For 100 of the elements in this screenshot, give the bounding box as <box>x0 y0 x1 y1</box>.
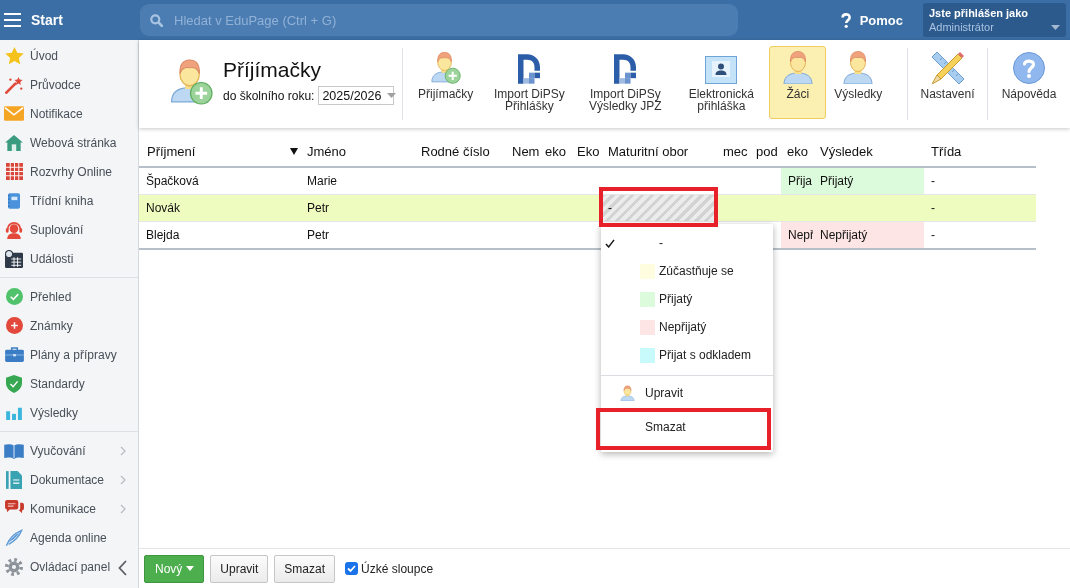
sidebar-item[interactable]: Známky <box>0 311 138 340</box>
star-icon <box>4 46 24 65</box>
search-input[interactable]: Hledat v EduPage (Ctrl + G) <box>174 11 738 29</box>
caret-icon <box>1051 25 1060 30</box>
column-header[interactable]: eko <box>539 137 571 166</box>
table-cell-text: - <box>930 173 936 190</box>
bar-chart-icon <box>6 405 22 420</box>
document-icon <box>6 470 22 489</box>
sort-icon <box>290 148 298 155</box>
action-button[interactable]: Smazat <box>274 554 336 583</box>
person-icon <box>842 50 875 84</box>
grid-calendar-icon <box>5 163 23 180</box>
column-header[interactable]: Maturitní obor <box>601 137 717 166</box>
sidebar-item[interactable]: Agenda online <box>0 523 138 552</box>
help-icon <box>840 12 851 28</box>
table-cell-text: Marie <box>306 173 338 190</box>
table-cell: Přija <box>781 168 813 194</box>
gear-icon <box>5 557 23 576</box>
sidebar-item[interactable]: Dokumentace <box>0 465 138 494</box>
column-header[interactable]: Příjmení <box>139 137 300 166</box>
menu-item[interactable]: Přijatý <box>601 285 773 313</box>
person-plus-icon <box>430 51 462 84</box>
toolbar-button[interactable]: Import DiPSy Přihlášky <box>481 46 578 119</box>
shield-icon <box>6 374 22 393</box>
column-header[interactable]: Jméno <box>300 137 414 166</box>
search-field[interactable]: Hledat v EduPage (Ctrl + G) <box>140 4 738 36</box>
table-row[interactable]: Novák Petr - - <box>139 195 1036 222</box>
sidebar-item[interactable]: Plány a přípravy <box>0 340 138 369</box>
column-header[interactable]: Eko <box>571 137 601 166</box>
table-cell-text: Petr <box>306 227 330 244</box>
chevron-right-icon <box>120 475 126 485</box>
column-header[interactable]: Třída <box>924 137 1036 166</box>
house-icon <box>5 134 23 151</box>
toolbar-button[interactable]: Přijímačky <box>410 46 482 119</box>
toolbar-button[interactable]: Nápověda <box>993 46 1065 119</box>
check-circle-icon <box>5 288 23 305</box>
toolbar-button[interactable]: Elektronická přihláška <box>673 46 770 119</box>
table-cell: - <box>601 195 717 221</box>
search-icon <box>150 13 163 27</box>
checkbox[interactable] <box>345 562 359 575</box>
sidebar-item[interactable]: Průvodce <box>0 70 138 99</box>
chevron-right-icon <box>120 446 126 456</box>
menu-item[interactable]: Nepřijatý <box>601 313 773 341</box>
table-cell: Nepřijatý <box>813 222 924 248</box>
help-icon <box>1013 52 1045 84</box>
sidebar-item[interactable]: Webová stránka <box>0 128 138 157</box>
table-cell-text: Novák <box>145 200 181 217</box>
toolbar-button[interactable]: Žáci <box>769 46 827 119</box>
toolbar-button[interactable]: Nastavení <box>912 46 983 119</box>
start-menu-button[interactable]: Start <box>0 0 139 40</box>
pen-icon <box>5 528 23 547</box>
sidebar-item[interactable]: Třídní kniha <box>0 186 138 215</box>
field-label: do školního roku: <box>223 88 315 103</box>
menu-item[interactable]: Smazat <box>601 410 773 444</box>
sidebar-item[interactable]: Komunikace <box>0 494 138 523</box>
checkbox-label[interactable]: Úzké sloupce <box>361 561 434 576</box>
help-link[interactable]: Pomoc <box>840 12 903 28</box>
year-select[interactable]: 2025/2026 <box>318 86 395 105</box>
table-row[interactable]: Špačková Marie Přija Přijatý - <box>139 168 1036 195</box>
briefcase-icon <box>4 347 24 362</box>
column-header[interactable]: Rodné číslo <box>414 137 506 166</box>
sidebar-item[interactable]: Události <box>0 244 138 273</box>
menu-item[interactable]: Upravit <box>601 376 773 410</box>
plus-circle-icon <box>5 317 23 334</box>
action-button[interactable]: Upravit <box>210 554 269 583</box>
sidebar-item[interactable]: Standardy <box>0 369 138 398</box>
table-cell-text: Blejda <box>145 227 181 244</box>
book-icon <box>4 442 24 459</box>
sidebar-item[interactable]: Suplování <box>0 215 138 244</box>
toolbar-button[interactable]: Výsledky <box>826 46 891 119</box>
ruler-pencil-icon <box>931 52 964 84</box>
page-title: Příjímačky <box>223 57 322 83</box>
menu-icon[interactable] <box>4 13 21 27</box>
table-cell-text: - <box>930 200 936 217</box>
column-header[interactable]: Nem <box>506 137 539 166</box>
sidebar-item[interactable]: Vyučování <box>0 436 138 465</box>
magic-wand-icon <box>5 75 23 94</box>
caret-icon <box>387 93 397 98</box>
column-header[interactable]: Výsledek <box>813 137 924 166</box>
menu-item[interactable]: Přijat s odkladem <box>601 341 773 369</box>
notebook-icon <box>8 192 20 209</box>
table-cell-text: - <box>930 227 936 244</box>
table-cell-text: Špačková <box>145 172 200 190</box>
menu-item[interactable]: Zúčastňuje se <box>601 257 773 285</box>
sidebar-item[interactable]: Přehled <box>0 282 138 311</box>
column-header[interactable]: eko <box>781 137 813 166</box>
sidebar-item[interactable]: Výsledky <box>0 398 138 427</box>
person-icon <box>781 50 814 84</box>
user-menu[interactable]: Jste přihlášen jako Administrátor <box>923 3 1066 37</box>
chevron-right-icon <box>120 504 126 514</box>
column-header[interactable]: pod <box>750 137 781 166</box>
sidebar-item[interactable]: Úvod <box>0 41 138 70</box>
envelope-icon <box>4 106 24 121</box>
sidebar-item[interactable]: Rozvrhy Online <box>0 157 138 186</box>
chevron-left-icon[interactable] <box>118 560 127 576</box>
sidebar-item[interactable]: Notifikace <box>0 99 138 128</box>
column-header[interactable]: mec <box>717 137 750 166</box>
sidebar-item[interactable]: Ovládací panel <box>0 552 138 581</box>
caret-icon <box>186 566 195 571</box>
toolbar-button[interactable]: Import DiPSy Výsledky JPZ <box>577 46 674 119</box>
